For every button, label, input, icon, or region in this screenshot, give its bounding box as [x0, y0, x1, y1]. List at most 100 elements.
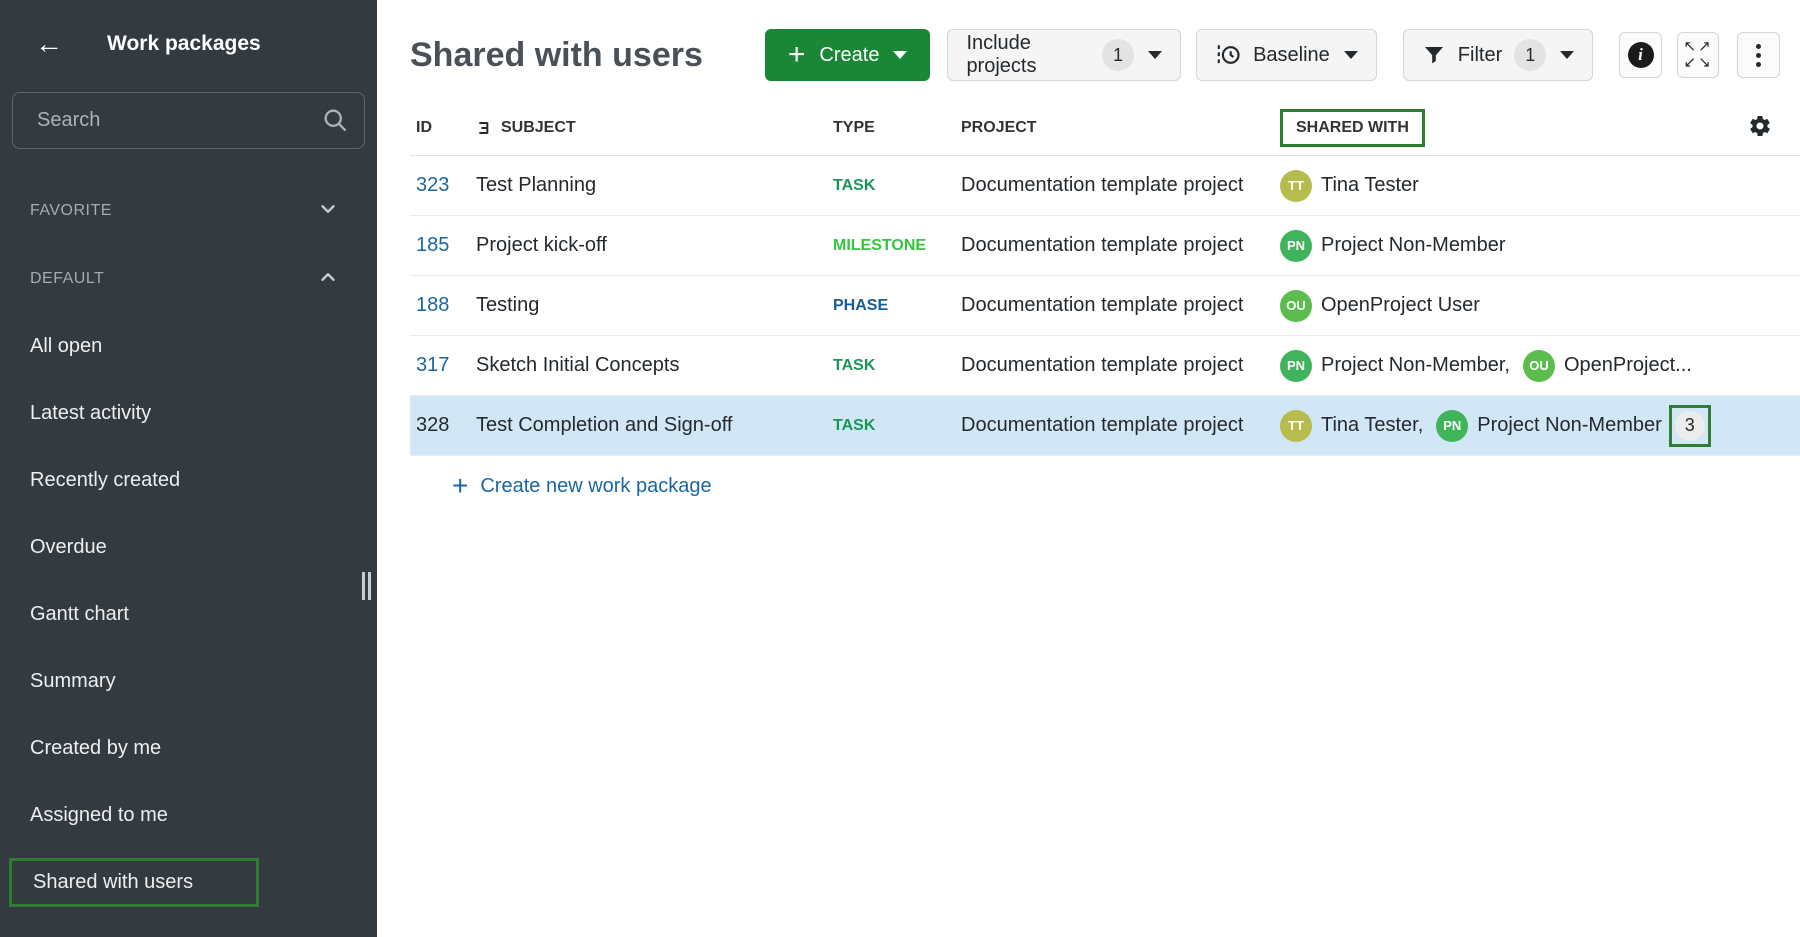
caret-down-icon [1560, 51, 1574, 59]
shared-overflow-count-badge[interactable]: 3 [1675, 411, 1705, 441]
wp-type-badge[interactable]: TASK [833, 177, 961, 195]
wp-project[interactable]: Documentation template project [961, 414, 1280, 437]
column-header-type[interactable]: TYPE [833, 119, 961, 137]
column-header-subject[interactable]: SUBJECT [476, 119, 833, 137]
wp-id-link[interactable]: 317 [410, 354, 476, 377]
chevron-up-icon [317, 266, 339, 293]
sidebar-item-summary[interactable]: Summary [0, 648, 377, 715]
shared-user-name: Project Non-Member, [1321, 354, 1510, 377]
chevron-down-icon [317, 198, 339, 225]
column-header-id[interactable]: ID [410, 119, 476, 137]
filter-funnel-icon [1422, 43, 1446, 67]
wp-project[interactable]: Documentation template project [961, 174, 1280, 197]
plus-icon: + [452, 472, 468, 500]
wp-type-badge[interactable]: PHASE [833, 297, 961, 315]
include-projects-label: Include projects [966, 32, 1090, 78]
fullscreen-button[interactable]: ↖↗↙↘ [1677, 32, 1720, 78]
wp-subject[interactable]: Testing [476, 294, 833, 317]
create-new-work-package-label: Create new work package [480, 475, 711, 498]
info-icon: i [1628, 42, 1654, 68]
sidebar-resize-handle[interactable] [362, 572, 371, 600]
sidebar-items: All openLatest activityRecently createdO… [0, 313, 377, 907]
wp-project[interactable]: Documentation template project [961, 234, 1280, 257]
table-row[interactable]: 323Test PlanningTASKDocumentation templa… [410, 156, 1800, 216]
wp-shared-with: TT Tina Tester [1280, 170, 1800, 202]
shared-user-name: Project Non-Member [1477, 414, 1662, 437]
avatar[interactable]: OU [1523, 350, 1555, 382]
column-header-project[interactable]: PROJECT [961, 119, 1280, 137]
create-button[interactable]: + Create [765, 29, 931, 81]
column-header-subject-label: SUBJECT [501, 119, 576, 137]
caret-down-icon [1148, 51, 1162, 59]
shared-user-name: Project Non-Member [1321, 234, 1506, 257]
wp-project[interactable]: Documentation template project [961, 354, 1280, 377]
search-input[interactable] [12, 92, 365, 149]
sidebar-item-shared-with-users[interactable]: Shared with users [9, 858, 259, 907]
wp-subject[interactable]: Test Planning [476, 174, 833, 197]
caret-down-icon [1344, 51, 1358, 59]
filter-count-badge: 1 [1514, 39, 1546, 71]
shared-user-name: Tina Tester [1321, 174, 1419, 197]
avatar[interactable]: PN [1280, 230, 1312, 262]
baseline-label: Baseline [1253, 44, 1330, 67]
main-content: Shared with users + Create Include proje… [377, 0, 1800, 937]
sidebar-item-created-by-me[interactable]: Created by me [0, 715, 377, 782]
wp-type-badge[interactable]: MILESTONE [833, 237, 961, 255]
wp-project[interactable]: Documentation template project [961, 294, 1280, 317]
sidebar-section-favorite[interactable]: FAVORITE [0, 191, 377, 231]
wp-subject[interactable]: Test Completion and Sign-off [476, 414, 833, 437]
create-button-label: Create [819, 44, 879, 67]
wp-shared-with: PN Project Non-Member, OU OpenProject... [1280, 350, 1800, 382]
shared-with-annotation-box: SHARED WITH [1280, 109, 1425, 147]
work-package-rows: 323Test PlanningTASKDocumentation templa… [410, 156, 1800, 456]
create-new-work-package-link[interactable]: + Create new work package [452, 472, 712, 500]
avatar[interactable]: OU [1280, 290, 1312, 322]
sidebar-item-all-open[interactable]: All open [0, 313, 377, 380]
table-row[interactable]: 317Sketch Initial ConceptsTASKDocumentat… [410, 336, 1800, 396]
hierarchy-icon[interactable] [476, 120, 492, 136]
wp-id-link[interactable]: 323 [410, 174, 476, 197]
wp-subject[interactable]: Project kick-off [476, 234, 833, 257]
sidebar-item-gantt-chart[interactable]: Gantt chart [0, 581, 377, 648]
table-settings-gear-icon[interactable] [1748, 114, 1772, 143]
sidebar-item-recently-created[interactable]: Recently created [0, 447, 377, 514]
avatar[interactable]: TT [1280, 410, 1312, 442]
more-options-button[interactable] [1737, 32, 1780, 78]
shared-user-name: Tina Tester, [1321, 414, 1423, 437]
caret-down-icon [893, 51, 907, 59]
avatar[interactable]: PN [1436, 410, 1468, 442]
wp-shared-with: PN Project Non-Member [1280, 230, 1800, 262]
sidebar-item-latest-activity[interactable]: Latest activity [0, 380, 377, 447]
search-icon [321, 106, 349, 139]
section-label: DEFAULT [30, 270, 104, 288]
toolbar: Shared with users + Create Include proje… [410, 28, 1780, 82]
fullscreen-icon: ↖↗↙↘ [1684, 39, 1713, 71]
sidebar-item-assigned-to-me[interactable]: Assigned to me [0, 782, 377, 849]
table-row[interactable]: 188TestingPHASEDocumentation template pr… [410, 276, 1800, 336]
table-header-row: ID SUBJECT TYPE PROJECT SHARED WITH [410, 100, 1800, 156]
table-row[interactable]: 185Project kick-offMILESTONEDocumentatio… [410, 216, 1800, 276]
wp-subject[interactable]: Sketch Initial Concepts [476, 354, 833, 377]
kebab-menu-icon [1756, 44, 1761, 67]
include-projects-button[interactable]: Include projects 1 [947, 29, 1181, 81]
filter-button[interactable]: Filter 1 [1403, 29, 1593, 81]
avatar[interactable]: TT [1280, 170, 1312, 202]
shared-user-name: OpenProject User [1321, 294, 1480, 317]
column-header-shared-with[interactable]: SHARED WITH [1280, 109, 1800, 147]
wp-id-link[interactable]: 328 [410, 414, 476, 437]
plus-icon: + [788, 40, 806, 70]
sidebar-section-default[interactable]: DEFAULT [0, 259, 377, 299]
section-label: FAVORITE [30, 202, 112, 220]
wp-shared-with: OU OpenProject User [1280, 290, 1800, 322]
sidebar-item-overdue[interactable]: Overdue [0, 514, 377, 581]
back-arrow-icon[interactable]: ← [35, 30, 63, 58]
wp-id-link[interactable]: 188 [410, 294, 476, 317]
table-row[interactable]: 328Test Completion and Sign-offTASKDocum… [410, 396, 1800, 456]
wp-type-badge[interactable]: TASK [833, 417, 961, 435]
shared-user-name: OpenProject... [1564, 354, 1692, 377]
avatar[interactable]: PN [1280, 350, 1312, 382]
info-button[interactable]: i [1619, 32, 1662, 78]
baseline-button[interactable]: Baseline [1196, 29, 1377, 81]
wp-type-badge[interactable]: TASK [833, 357, 961, 375]
wp-id-link[interactable]: 185 [410, 234, 476, 257]
